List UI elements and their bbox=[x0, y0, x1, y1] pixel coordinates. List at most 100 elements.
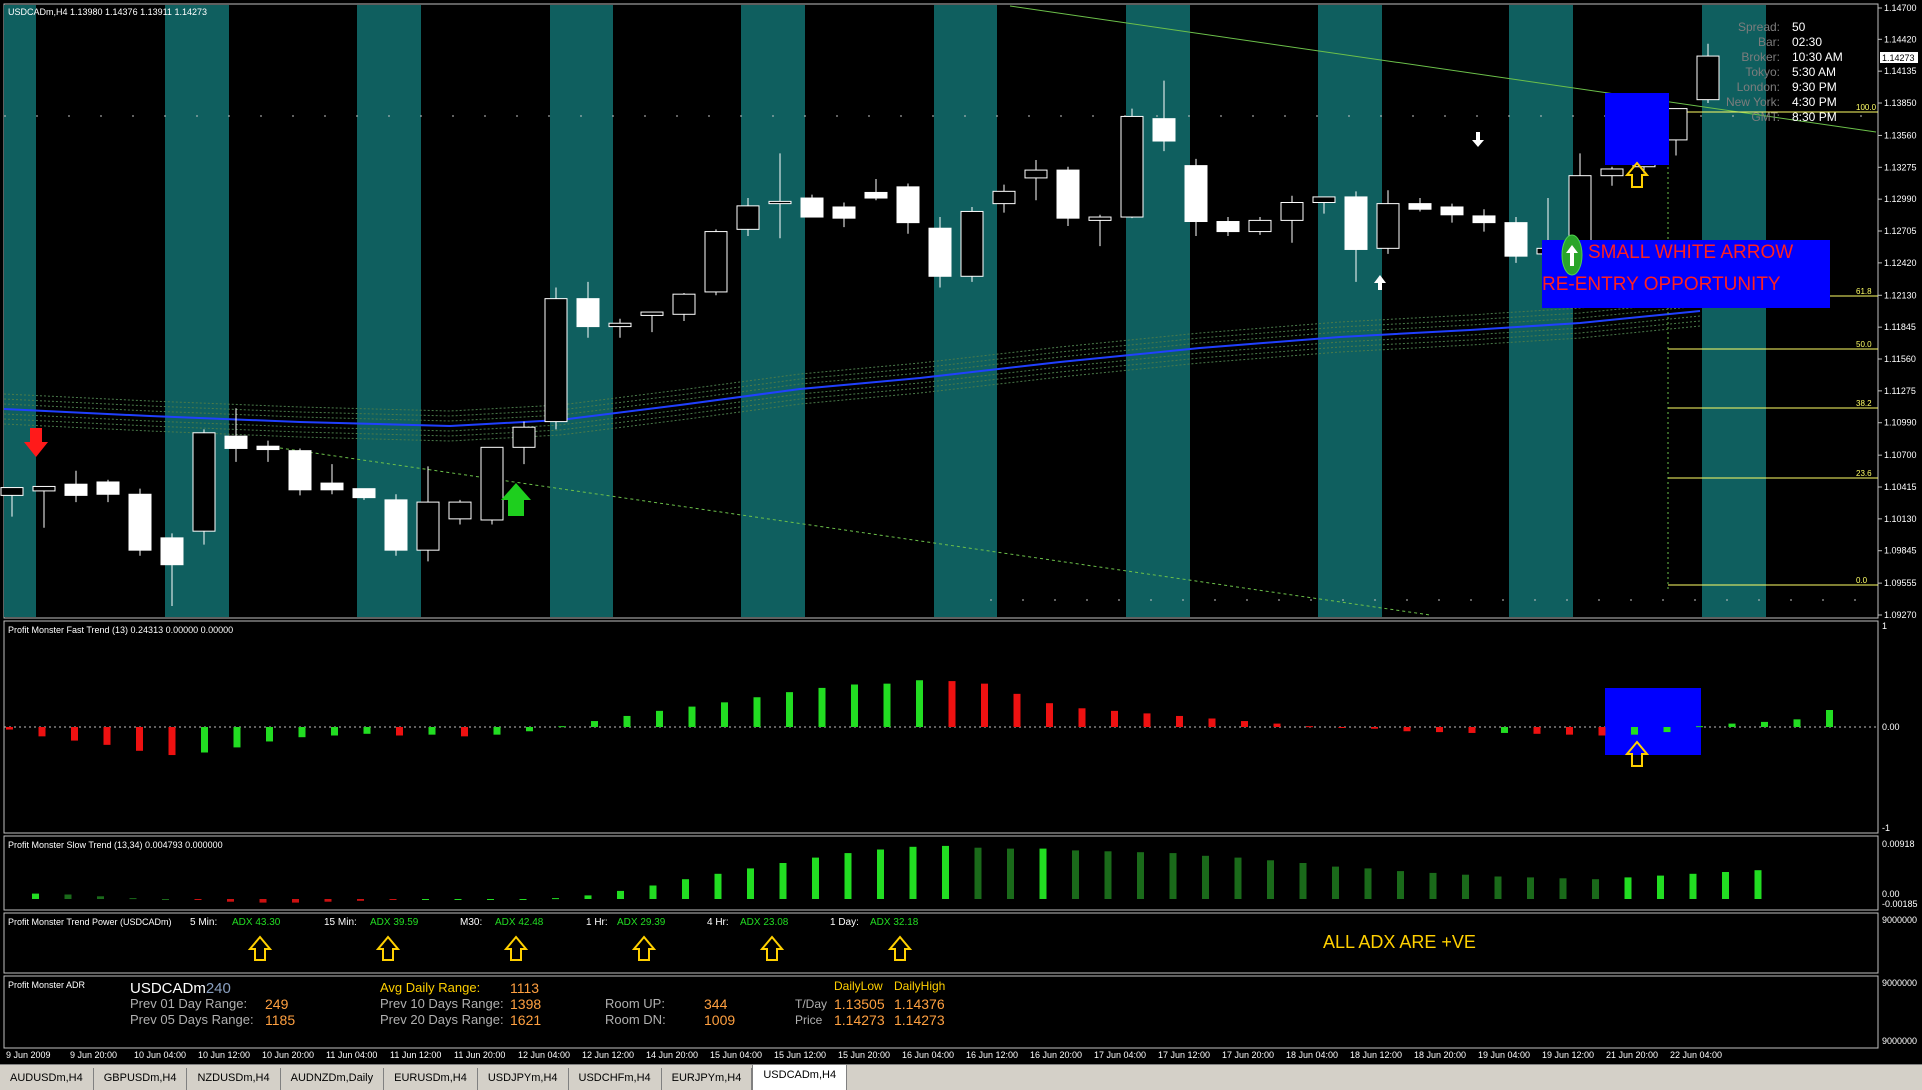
price-tick: 1.09845 bbox=[1884, 546, 1917, 556]
fast-trend-title: Profit Monster Fast Trend (13) 0.24313 0… bbox=[8, 625, 233, 635]
candle[interactable] bbox=[672, 293, 696, 322]
candle[interactable] bbox=[256, 440, 280, 462]
candle[interactable] bbox=[128, 488, 152, 556]
tab-eurjpym-h4[interactable]: EURJPYm,H4 bbox=[662, 1068, 753, 1090]
candle[interactable] bbox=[288, 448, 312, 496]
candle[interactable] bbox=[640, 311, 664, 333]
candle[interactable] bbox=[1120, 108, 1144, 219]
fast-trend-bar bbox=[916, 680, 923, 727]
hollow-up-arrow-icon bbox=[887, 935, 913, 961]
candle[interactable] bbox=[1472, 209, 1496, 232]
fast-trend-bar bbox=[168, 727, 176, 756]
time-tick: 9 Jun 2009 bbox=[6, 1050, 51, 1060]
fast-trend-bar bbox=[623, 715, 631, 727]
candle[interactable] bbox=[800, 194, 824, 218]
tab-audnzdm-daily[interactable]: AUDNZDm,Daily bbox=[281, 1068, 385, 1090]
fast-trend-bar bbox=[753, 697, 761, 727]
hollow-up-arrow-icon bbox=[503, 935, 529, 961]
tab-nzdusdm-h4[interactable]: NZDUSDm,H4 bbox=[187, 1068, 281, 1090]
fast-trend-bar bbox=[1663, 727, 1671, 733]
slow-trend-bar bbox=[292, 899, 299, 903]
fast-trend-bar bbox=[71, 727, 78, 741]
annotation-line-1: SMALL WHITE ARROW bbox=[1588, 242, 1793, 263]
candle[interactable] bbox=[1216, 217, 1240, 237]
price-tick: 1.12420 bbox=[1884, 258, 1917, 268]
tab-usdchfm-h4[interactable]: USDCHFm,H4 bbox=[569, 1068, 662, 1090]
price-tick: 1.12990 bbox=[1884, 194, 1917, 204]
slow-trend-bar bbox=[1234, 857, 1242, 899]
fast-trend-bar bbox=[558, 726, 566, 728]
trend-power-timeframe: 15 Min: bbox=[324, 917, 357, 928]
slow-trend-bar bbox=[747, 868, 754, 899]
fast-trend-bar bbox=[1241, 721, 1248, 727]
price-tick: 1.14420 bbox=[1884, 34, 1917, 44]
time-tick: 22 Jun 04:00 bbox=[1670, 1050, 1722, 1060]
buy-arrow-icon bbox=[501, 483, 531, 516]
slow-trend-bar bbox=[1462, 874, 1469, 899]
hollow-up-arrow-icon bbox=[247, 935, 273, 961]
slow-trend-bar bbox=[1689, 873, 1697, 899]
current-price-label: 1.14273 bbox=[1882, 53, 1915, 63]
candle[interactable] bbox=[512, 421, 536, 465]
slow-trend-bar bbox=[1624, 877, 1632, 899]
fast-trend-bar bbox=[1338, 727, 1346, 728]
candle[interactable] bbox=[64, 470, 88, 503]
candle[interactable] bbox=[96, 479, 120, 503]
price-tick: 1.10130 bbox=[1884, 514, 1917, 524]
candle[interactable] bbox=[1504, 217, 1528, 263]
candle[interactable] bbox=[1408, 198, 1432, 212]
time-tick: 10 Jun 04:00 bbox=[134, 1050, 186, 1060]
candlesticks[interactable] bbox=[0, 43, 1720, 607]
candle[interactable] bbox=[1024, 160, 1048, 201]
price-tick: 1.13850 bbox=[1884, 98, 1917, 108]
tab-audusdm-h4[interactable]: AUDUSDm,H4 bbox=[0, 1068, 94, 1090]
candle[interactable] bbox=[384, 494, 408, 556]
time-tick: 11 Jun 20:00 bbox=[454, 1050, 505, 1060]
candle[interactable] bbox=[832, 202, 856, 228]
candle[interactable] bbox=[1600, 166, 1624, 186]
info-value: 4:30 PM bbox=[1792, 95, 1837, 109]
adr-price-high: 1.14273 bbox=[894, 1012, 945, 1028]
candle[interactable] bbox=[1248, 217, 1272, 235]
session-band bbox=[4, 5, 36, 617]
candle[interactable] bbox=[544, 287, 568, 430]
adx-note: ALL ADX ARE +VE bbox=[1323, 932, 1476, 952]
slow-trend-bar bbox=[1039, 848, 1047, 899]
fast-trend-bar bbox=[851, 684, 858, 727]
tab-usdjpym-h4[interactable]: USDJPYm,H4 bbox=[478, 1068, 569, 1090]
time-tick: 11 Jun 04:00 bbox=[326, 1050, 377, 1060]
adr-prev01-value: 249 bbox=[265, 996, 289, 1012]
tab-eurusdm-h4[interactable]: EURUSDm,H4 bbox=[384, 1068, 478, 1090]
candle[interactable] bbox=[1056, 166, 1080, 226]
candle[interactable] bbox=[192, 429, 216, 545]
candle[interactable] bbox=[32, 485, 56, 528]
fast-trend-axis-top: 1 bbox=[1882, 621, 1887, 631]
hollow-up-arrow-icon bbox=[375, 935, 401, 961]
slow-trend-bar bbox=[324, 899, 332, 902]
trading-chart[interactable]: 100.061.850.038.223.60.0 1.147001.144201… bbox=[0, 0, 1922, 1089]
info-value: 02:30 bbox=[1792, 35, 1822, 49]
candle[interactable] bbox=[1088, 214, 1112, 247]
slow-trend-bar bbox=[1007, 848, 1014, 899]
tab-gbpusdm-h4[interactable]: GBPUSDm,H4 bbox=[94, 1068, 188, 1090]
candle[interactable] bbox=[704, 229, 728, 296]
candle[interactable] bbox=[896, 183, 920, 234]
candle[interactable] bbox=[1440, 203, 1464, 223]
tab-usdcadm-h4[interactable]: USDCADm,H4 bbox=[752, 1064, 848, 1090]
candle[interactable] bbox=[480, 446, 504, 525]
time-tick: 17 Jun 04:00 bbox=[1094, 1050, 1146, 1060]
candle[interactable] bbox=[448, 499, 472, 525]
time-tick: 11 Jun 12:00 bbox=[390, 1050, 441, 1060]
slow-trend-bar bbox=[422, 899, 429, 900]
session-band bbox=[741, 5, 805, 617]
candle[interactable] bbox=[1280, 195, 1304, 243]
time-tick: 14 Jun 20:00 bbox=[646, 1050, 698, 1060]
candle[interactable] bbox=[864, 179, 888, 201]
time-axis: 9 Jun 2009 9 Jun 20:00 10 Jun 04:00 10 Jun … bbox=[6, 1050, 1722, 1060]
slow-trend-bar bbox=[1722, 872, 1729, 899]
candle[interactable] bbox=[960, 206, 984, 282]
price-tick: 1.12705 bbox=[1884, 226, 1917, 236]
fast-trend-highlight-box bbox=[1605, 688, 1701, 755]
candle[interactable] bbox=[320, 464, 344, 495]
slow-trend-bar bbox=[194, 899, 202, 900]
